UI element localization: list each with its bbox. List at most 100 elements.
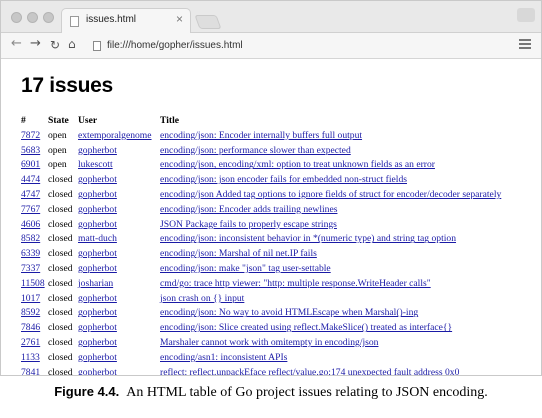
issue-title-link[interactable]: encoding/json: Encoder adds trailing new…: [160, 204, 337, 215]
issue-user-link[interactable]: matt-duch: [78, 233, 117, 244]
issue-title-link[interactable]: encoding/json Added tag options to ignor…: [160, 189, 501, 200]
issue-number-link[interactable]: 7841: [21, 367, 40, 375]
issue-title-link[interactable]: encoding/json: Slice created using refle…: [160, 322, 452, 333]
issue-user-link[interactable]: gopherbot: [78, 293, 117, 304]
table-row: 7872 open extemporalgenome encoding/json: E…: [21, 128, 504, 143]
issue-title-link[interactable]: json crash on {} input: [160, 293, 244, 304]
table-cell-state: closed: [48, 320, 78, 335]
table-row: 7846 closed gopherbot encoding/json: Slice …: [21, 320, 504, 335]
issue-title-link[interactable]: encoding/json: make "json" tag user-sett…: [160, 263, 331, 274]
address-bar[interactable]: file:///home/gopher/issues.html: [107, 40, 243, 51]
reload-icon[interactable]: ↻: [50, 38, 60, 52]
issue-user-link[interactable]: gopherbot: [78, 174, 117, 185]
forward-arrow-icon[interactable]: →: [30, 36, 41, 51]
table-cell-state: closed: [48, 172, 78, 187]
back-arrow-icon[interactable]: ←: [11, 36, 22, 51]
menu-icon[interactable]: [519, 39, 531, 51]
table-row: 5683 open gopherbot encoding/json: performa…: [21, 143, 504, 158]
issue-title-link[interactable]: encoding/json: No way to avoid HTMLEscap…: [160, 307, 418, 318]
table-cell-user: gopherbot: [78, 320, 160, 335]
home-icon[interactable]: ⌂: [68, 37, 76, 51]
table-cell-title: json crash on {} input: [160, 291, 504, 306]
issue-user-link[interactable]: gopherbot: [78, 189, 117, 200]
table-cell-state: closed: [48, 246, 78, 261]
table-row: 1133 closed gopherbot encoding/asn1: incons…: [21, 350, 504, 365]
issue-title-link[interactable]: encoding/json: json encoder fails for em…: [160, 174, 407, 185]
table-cell-id: 7767: [21, 202, 48, 217]
issue-number-link[interactable]: 1017: [21, 293, 40, 304]
issue-user-link[interactable]: gopherbot: [78, 367, 117, 375]
issue-number-link[interactable]: 6339: [21, 248, 40, 259]
issue-number-link[interactable]: 6901: [21, 159, 40, 170]
issue-user-link[interactable]: josharian: [78, 278, 113, 289]
table-row: 6901 open lukescott encoding/json, encoding…: [21, 158, 504, 173]
figure-caption: Figure 4.4. An HTML table of Go project …: [0, 384, 542, 401]
browser-tab[interactable]: issues.html ×: [61, 8, 191, 34]
issue-title-link[interactable]: cmd/go: trace http viewer: "http: multip…: [160, 278, 431, 289]
issue-user-link[interactable]: gopherbot: [78, 248, 117, 259]
issue-title-link[interactable]: encoding/json: performance slower than e…: [160, 145, 351, 156]
table-cell-title: reflect: reflect.unpackEface reflect/val…: [160, 365, 504, 375]
issue-number-link[interactable]: 5683: [21, 145, 40, 156]
issue-state: closed: [48, 307, 73, 319]
table-cell-user: lukescott: [78, 158, 160, 173]
table-cell-state: closed: [48, 350, 78, 365]
close-window-button[interactable]: [11, 12, 22, 23]
issue-number-link[interactable]: 7846: [21, 322, 40, 333]
maximize-window-button[interactable]: [43, 12, 54, 23]
issue-number-link[interactable]: 2761: [21, 337, 40, 348]
issue-title-link[interactable]: encoding/asn1: inconsistent APIs: [160, 352, 287, 363]
issue-user-link[interactable]: gopherbot: [78, 219, 117, 230]
table-cell-title: encoding/json: json encoder fails for em…: [160, 172, 504, 187]
issue-user-link[interactable]: gopherbot: [78, 337, 117, 348]
issue-user-link[interactable]: gopherbot: [78, 263, 117, 274]
issue-number-link[interactable]: 7767: [21, 204, 40, 215]
issue-user-link[interactable]: extemporalgenome: [78, 130, 152, 141]
table-cell-id: 1017: [21, 291, 48, 306]
new-tab-button[interactable]: [194, 15, 222, 29]
issue-number-link[interactable]: 8582: [21, 233, 40, 244]
issue-state: open: [48, 159, 67, 171]
issue-title-link[interactable]: encoding/json, encoding/xml: option to t…: [160, 159, 435, 170]
issue-number-link[interactable]: 11508: [21, 278, 45, 289]
issue-user-link[interactable]: gopherbot: [78, 322, 117, 333]
table-cell-title: encoding/json: Slice created using refle…: [160, 320, 504, 335]
table-cell-id: 1133: [21, 350, 48, 365]
browser-window: issues.html × ← → ↻ ⌂ file:///home/gophe…: [0, 0, 542, 376]
issue-number-link[interactable]: 4606: [21, 219, 40, 230]
minimize-window-button[interactable]: [27, 12, 38, 23]
table-cell-user: gopherbot: [78, 202, 160, 217]
issue-state: open: [48, 144, 67, 156]
issue-number-link[interactable]: 4747: [21, 189, 40, 200]
issue-state: closed: [48, 322, 73, 334]
table-row: 1017 closed gopherbot json crash on {} inpu…: [21, 291, 504, 306]
table-cell-id: 7846: [21, 320, 48, 335]
table-cell-user: gopherbot: [78, 172, 160, 187]
profile-button[interactable]: [517, 8, 535, 22]
issue-user-link[interactable]: gopherbot: [78, 307, 117, 318]
issue-title-link[interactable]: Marshaler cannot work with omitempty in …: [160, 337, 378, 348]
issue-title-link[interactable]: JSON Package fails to properly escape st…: [160, 219, 337, 230]
issue-user-link[interactable]: gopherbot: [78, 145, 117, 156]
issue-state: closed: [48, 203, 73, 215]
table-cell-state: closed: [48, 217, 78, 232]
issue-title-link[interactable]: reflect: reflect.unpackEface reflect/val…: [160, 367, 459, 375]
issue-state: closed: [48, 292, 73, 304]
issue-title-link[interactable]: encoding/json: inconsistent behavior in …: [160, 233, 456, 244]
issue-user-link[interactable]: lukescott: [78, 159, 113, 170]
issue-number-link[interactable]: 4474: [21, 174, 40, 185]
page-content: 17 issues # State User Title 7872 open ext…: [1, 60, 541, 375]
issue-number-link[interactable]: 7337: [21, 263, 40, 274]
issue-user-link[interactable]: gopherbot: [78, 352, 117, 363]
issue-number-link[interactable]: 1133: [21, 352, 40, 363]
column-header-title: Title: [160, 115, 180, 126]
close-tab-icon[interactable]: ×: [176, 12, 183, 26]
table-row: 7767 closed gopherbot encoding/json: Encode…: [21, 202, 504, 217]
issue-number-link[interactable]: 8592: [21, 307, 40, 318]
issue-title-link[interactable]: encoding/json: Encoder internally buffer…: [160, 130, 362, 141]
issue-number-link[interactable]: 7872: [21, 130, 40, 141]
page-icon: [93, 41, 101, 51]
issue-title-link[interactable]: encoding/json: Marshal of nil net.IP fai…: [160, 248, 317, 259]
issue-user-link[interactable]: gopherbot: [78, 204, 117, 215]
title-bar: issues.html ×: [1, 1, 541, 34]
